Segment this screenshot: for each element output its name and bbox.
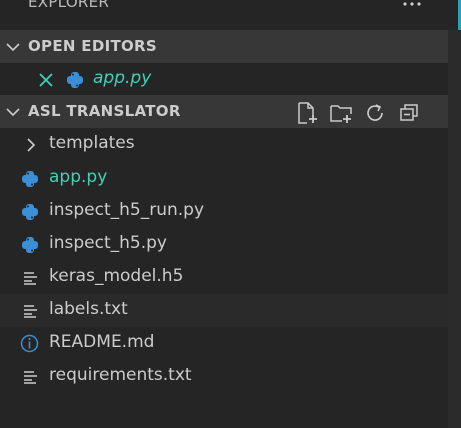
file-label: inspect_h5.py [49, 233, 167, 253]
info-icon [20, 334, 39, 353]
file-label: README.md [49, 332, 155, 352]
chevron-down-icon [6, 108, 20, 117]
lines-icon [24, 371, 37, 384]
python-icon [22, 204, 38, 220]
python-icon [22, 237, 38, 253]
open-editors-label: OPEN EDITORS [28, 37, 157, 55]
file-item-app-py[interactable]: app.py [0, 162, 448, 195]
refresh-icon[interactable] [363, 101, 387, 125]
header-actions [295, 101, 421, 125]
collapse-all-icon[interactable] [397, 101, 421, 125]
file-item-inspect-h5-run[interactable]: inspect_h5_run.py [0, 195, 448, 228]
file-label: labels.txt [49, 299, 128, 319]
folder-item-templates[interactable]: templates [0, 128, 448, 161]
close-icon[interactable] [38, 72, 54, 88]
open-editor-item[interactable]: app.py [0, 63, 448, 96]
file-label: templates [49, 133, 135, 153]
new-file-icon[interactable] [295, 101, 319, 125]
file-label: requirements.txt [49, 365, 192, 385]
file-item-inspect-h5[interactable]: inspect_h5.py [0, 228, 448, 261]
project-header[interactable]: ASL TRANSLATOR [0, 95, 448, 128]
chevron-down-icon [6, 43, 20, 52]
lines-icon [24, 305, 37, 318]
file-label: inspect_h5_run.py [49, 200, 205, 220]
open-editors-header[interactable]: OPEN EDITORS [0, 30, 448, 63]
explorer-title: EXPLORER [28, 0, 110, 11]
python-icon [67, 72, 83, 88]
chevron-right-icon [27, 138, 36, 152]
file-label: app.py [49, 167, 108, 187]
lines-icon [24, 272, 37, 285]
new-folder-icon[interactable] [329, 101, 353, 125]
file-item-keras-model[interactable]: keras_model.h5 [0, 261, 448, 294]
file-item-labels[interactable]: labels.txt [0, 294, 448, 327]
more-actions-icon[interactable] [400, 0, 424, 12]
project-label: ASL TRANSLATOR [28, 102, 181, 120]
file-label: keras_model.h5 [49, 266, 184, 286]
scrollbar-track[interactable] [448, 30, 461, 428]
file-item-requirements[interactable]: requirements.txt [0, 360, 448, 393]
open-editor-label: app.py [93, 68, 152, 88]
python-icon [22, 171, 38, 187]
file-item-readme[interactable]: README.md [0, 327, 448, 360]
